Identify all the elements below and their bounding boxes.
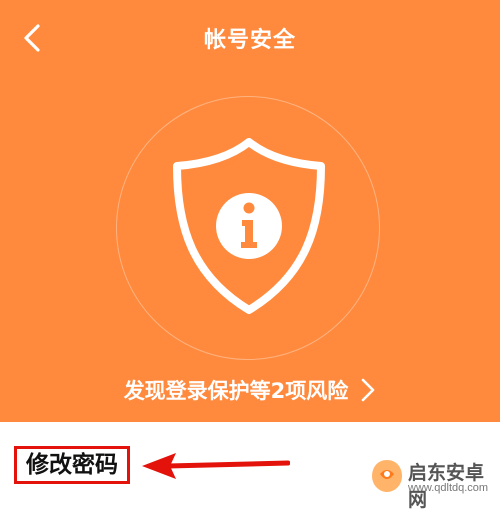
change-password-item[interactable]: 修改密码 bbox=[14, 446, 130, 484]
arrow-left-icon bbox=[142, 453, 290, 479]
risk-message: 发现登录保护等2项风险 bbox=[123, 379, 349, 403]
watermark: 启东安卓网 www.qdltdq.com bbox=[370, 458, 500, 511]
chevron-right-icon bbox=[362, 378, 375, 402]
watermark-url: www.qdltdq.com bbox=[408, 482, 489, 494]
security-header: 帐号安全 发现登录保护等2项风险 bbox=[0, 0, 500, 422]
watermark-logo bbox=[372, 460, 402, 492]
risk-summary-link[interactable]: 发现登录保护等2项风险 bbox=[0, 374, 500, 406]
shield-info-icon bbox=[173, 138, 325, 314]
page-title: 帐号安全 bbox=[203, 28, 296, 53]
